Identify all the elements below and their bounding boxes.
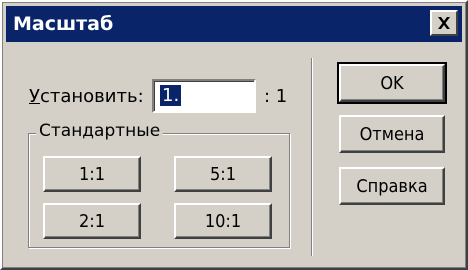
scale-suffix: : 1: [264, 86, 288, 107]
cancel-button[interactable]: Отмена: [339, 115, 445, 153]
scale-1-1-button[interactable]: 1:1: [43, 156, 141, 192]
ok-button[interactable]: OK: [337, 62, 447, 104]
close-button[interactable]: [430, 10, 458, 36]
title-bar[interactable]: Масштаб: [6, 6, 462, 42]
close-icon: [438, 17, 450, 29]
scale-set-label-rest: становить:: [39, 86, 144, 107]
scale-input-value: 1.: [160, 85, 182, 106]
scale-2-1-button[interactable]: 2:1: [43, 203, 141, 239]
dialog-title: Масштаб: [13, 13, 114, 35]
help-button[interactable]: Справка: [339, 167, 445, 205]
scale-5-1-button[interactable]: 5:1: [174, 156, 272, 192]
vertical-divider: [311, 58, 313, 256]
scale-set-label: Установить:: [29, 86, 144, 107]
standard-group-label: Стандартные: [36, 121, 164, 141]
scale-input[interactable]: 1.: [152, 79, 256, 113]
scale-set-label-accel: У: [29, 86, 40, 107]
scale-10-1-button[interactable]: 10:1: [174, 203, 272, 239]
